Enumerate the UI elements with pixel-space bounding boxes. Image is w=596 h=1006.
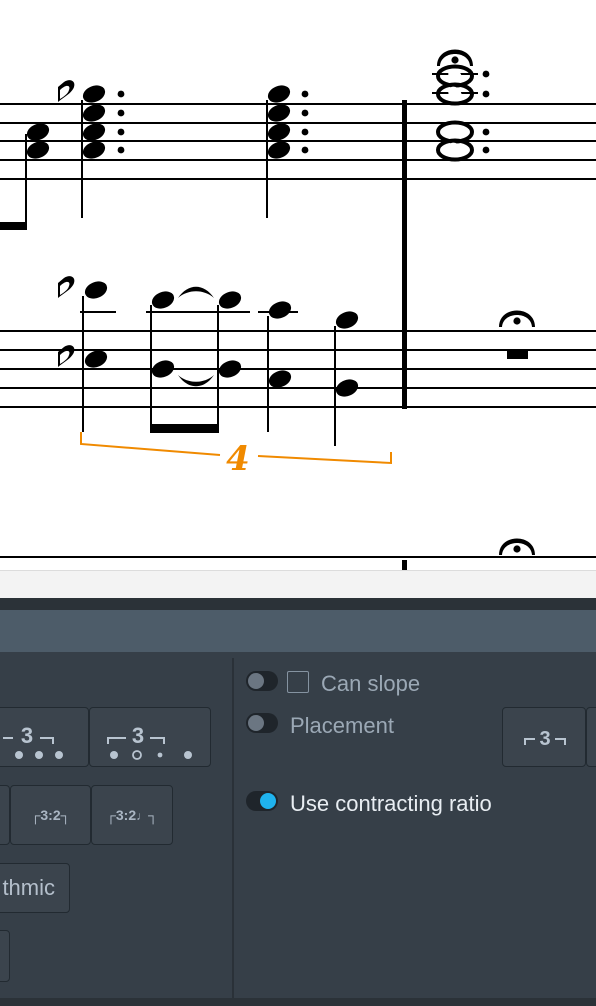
placement-number-label: 3	[539, 728, 550, 750]
barline	[402, 100, 407, 409]
ratio-text: 3:2	[40, 807, 61, 823]
partial-button[interactable]	[0, 930, 10, 982]
fermata-rest[interactable]	[499, 310, 535, 360]
number-only-button[interactable]: 3	[0, 707, 89, 767]
placement-bracket-glyph: 3	[524, 728, 566, 750]
number-only-button-2[interactable]: 3	[89, 707, 211, 767]
panel-top-edge	[0, 598, 596, 610]
bracket-right-glyph: ┐	[60, 807, 71, 823]
ratio-note-label: ┌3:2♩┐	[106, 807, 158, 823]
placement-above-button[interactable]: 3	[502, 707, 586, 767]
ratio-text: 3:2♩	[115, 807, 149, 823]
rhythmic-label: thmic	[2, 875, 55, 900]
ratio-partial-button[interactable]	[0, 785, 10, 845]
tuplet-bracket[interactable]: 4	[80, 432, 392, 479]
bracket-left-glyph: ┌	[105, 807, 116, 823]
panel-bottom-edge	[0, 998, 596, 1006]
tuplet-number: 4	[226, 439, 250, 479]
can-slope-label: Can slope	[321, 671, 421, 696]
staff-system-2-top	[0, 538, 596, 570]
tuplet-number-label-2: 3	[132, 723, 144, 748]
bracket-right-glyph: ┐	[148, 807, 159, 823]
tuplet-number-label: 3	[21, 723, 33, 748]
chord-left-partial[interactable]	[0, 120, 52, 230]
note-group-beamed[interactable]	[149, 286, 244, 433]
can-slope-toggle[interactable]	[246, 671, 278, 691]
panel-divider	[232, 658, 234, 1006]
ratio-label: ┌3:2┐	[30, 807, 70, 823]
use-contracting-ratio-toggle[interactable]	[246, 791, 278, 811]
bracket-number-glyph: 3	[3, 723, 63, 759]
ratio-note-button[interactable]: ┌3:2♩┐	[91, 785, 173, 845]
note-group-3[interactable]	[266, 298, 294, 432]
ratio-button[interactable]: ┌3:2┐	[10, 785, 91, 845]
placement-label: Placement	[290, 713, 394, 738]
score-bottom-gutter	[0, 570, 596, 599]
staff-system-1-bottom	[0, 330, 596, 408]
use-contracting-ratio-label: Use contracting ratio	[290, 791, 492, 816]
note-glyph: ♩	[136, 809, 149, 823]
placement-toggle[interactable]	[246, 713, 278, 733]
note-group-4[interactable]	[333, 308, 361, 446]
rhythmic-button[interactable]: thmic	[0, 863, 70, 913]
bracket-number-glyph-2: 3	[107, 723, 192, 760]
can-slope-checkbox[interactable]	[287, 671, 309, 693]
bracket-left-glyph: ┌	[30, 807, 41, 823]
placement-below-button[interactable]	[586, 707, 596, 767]
panel-header[interactable]	[0, 610, 596, 652]
chord-2[interactable]	[265, 82, 309, 218]
score-canvas[interactable]: 4	[0, 0, 596, 570]
